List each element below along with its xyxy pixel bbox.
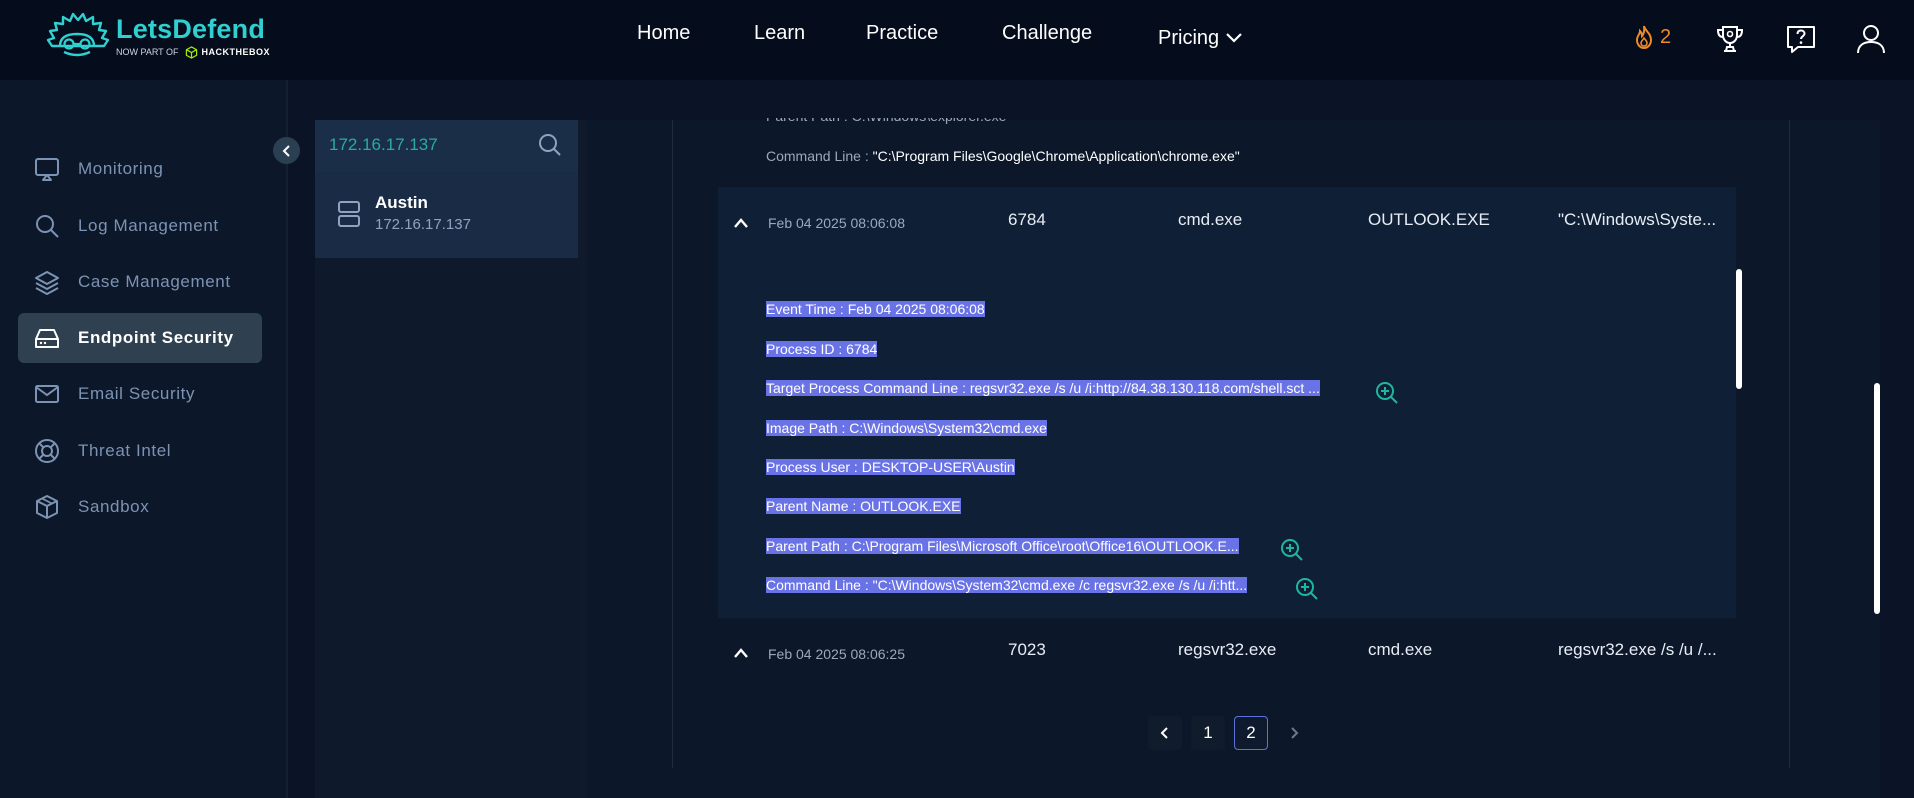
- nav-challenge[interactable]: Challenge: [1002, 22, 1092, 54]
- sidebar-item-monitoring[interactable]: Monitoring: [18, 144, 262, 194]
- prev-parent-path: Parent Path : C:\Windows\explorer.exe: [766, 108, 1007, 124]
- server-icon: [338, 201, 360, 227]
- chevron-left-icon: [1160, 727, 1168, 739]
- sidebar-item-case-management[interactable]: Case Management: [18, 257, 262, 307]
- nav-pricing-label: Pricing: [1158, 26, 1220, 49]
- chevron-up-icon[interactable]: [733, 217, 749, 229]
- host-name: Austin: [375, 193, 428, 212]
- process-time: Feb 04 2025 08:06:08: [768, 215, 906, 231]
- sidebar-collapse-button[interactable]: [273, 137, 300, 164]
- host-search-input[interactable]: 172.16.17.137: [329, 135, 438, 155]
- drive-icon: [34, 325, 60, 351]
- detail-target-cmdline: Target Process Command Line : regsvr32.e…: [766, 380, 1320, 396]
- host-list-item[interactable]: Austin 172.16.17.137: [315, 172, 578, 258]
- nav-pricing[interactable]: Pricing: [1158, 22, 1243, 54]
- detail-process-user: Process User : DESKTOP-USER\Austin: [766, 459, 1015, 475]
- host-search-bar[interactable]: 172.16.17.137: [315, 120, 578, 172]
- detail-command-line: Command Line : "C:\Windows\System32\cmd.…: [766, 577, 1248, 593]
- lifebuoy-icon: [34, 438, 60, 464]
- process-cmdline: regsvr32.exe /s /u /...: [1558, 640, 1717, 659]
- sidebar-item-label: Email Security: [78, 384, 196, 403]
- detail-parent-path: Parent Path : C:\Program Files\Microsoft…: [766, 538, 1239, 554]
- help-icon[interactable]: [1784, 22, 1818, 56]
- zoom-in-icon[interactable]: [1295, 577, 1319, 601]
- process-parent: cmd.exe: [1368, 640, 1433, 659]
- sidebar-item-email-security[interactable]: Email Security: [18, 369, 262, 419]
- brand-sub-prefix: NOW PART OF: [116, 47, 179, 57]
- sidebar-item-threat-intel[interactable]: Threat Intel: [18, 426, 262, 476]
- process-image: cmd.exe: [1178, 210, 1243, 229]
- cube-icon: [34, 494, 60, 520]
- streak-count: 2: [1660, 25, 1672, 48]
- hackthebox-cube-icon: [185, 45, 197, 59]
- pagination-prev-button[interactable]: [1148, 716, 1182, 750]
- streak-counter[interactable]: 2: [1632, 24, 1671, 50]
- nav-home[interactable]: Home: [637, 22, 690, 54]
- process-id: 6784: [1008, 210, 1046, 229]
- process-image: regsvr32.exe: [1178, 640, 1277, 659]
- mail-icon: [34, 381, 60, 407]
- sidebar-item-label: Monitoring: [78, 159, 164, 178]
- search-icon: [34, 213, 60, 239]
- sidebar-item-label: Case Management: [78, 272, 231, 291]
- chevron-left-icon: [282, 144, 290, 157]
- sidebar-item-label: Sandbox: [78, 497, 150, 516]
- letsdefend-logo[interactable]: LetsDefend NOW PART OF HACKTHEBOX: [44, 12, 270, 60]
- pagination-page[interactable]: 1: [1191, 716, 1225, 750]
- prev-command-line: Command Line : "C:\Program Files\Google\…: [766, 148, 1240, 164]
- sidebar-item-label: Threat Intel: [78, 441, 172, 460]
- sidebar-item-label: Log Management: [78, 216, 219, 235]
- panel-gutter: [578, 120, 586, 798]
- panel-scrollbar[interactable]: [1874, 383, 1880, 614]
- nav-learn[interactable]: Learn: [754, 22, 805, 54]
- sidebar-item-label: Endpoint Security: [78, 328, 234, 347]
- chevron-right-icon: [1291, 727, 1299, 739]
- pagination-page-current[interactable]: 2: [1234, 716, 1268, 750]
- chevron-up-icon[interactable]: [733, 647, 749, 659]
- zoom-in-icon[interactable]: [1375, 381, 1399, 405]
- zoom-in-icon[interactable]: [1280, 538, 1304, 562]
- detail-event-time: Event Time : Feb 04 2025 08:06:08: [766, 301, 985, 317]
- sidebar-item-log-management[interactable]: Log Management: [18, 201, 262, 251]
- detail-process-id: Process ID : 6784: [766, 341, 878, 357]
- detail-image-path: Image Path : C:\Windows\System32\cmd.exe: [766, 420, 1047, 436]
- brand-sub-brand: HACKTHEBOX: [201, 47, 271, 57]
- sidebar-divider: [286, 80, 288, 798]
- detail-parent-name: Parent Name : OUTLOOK.EXE: [766, 498, 961, 514]
- brand-name: LetsDefend: [116, 13, 266, 44]
- pagination-next-button[interactable]: [1277, 716, 1311, 750]
- nav-practice[interactable]: Practice: [866, 22, 938, 54]
- top-navbar: LetsDefend NOW PART OF HACKTHEBOX Home L…: [0, 0, 1914, 80]
- search-icon[interactable]: [537, 132, 563, 158]
- host-ip: 172.16.17.137: [375, 216, 471, 233]
- sidebar-item-sandbox[interactable]: Sandbox: [18, 482, 262, 532]
- process-row[interactable]: [718, 618, 1736, 706]
- process-id: 7023: [1008, 640, 1046, 659]
- monitor-icon: [34, 156, 60, 182]
- flame-icon: [1635, 25, 1653, 50]
- hedgehog-logo-icon: [46, 12, 110, 57]
- chevron-down-icon: [1226, 33, 1242, 43]
- process-parent: OUTLOOK.EXE: [1368, 210, 1490, 229]
- table-scrollbar[interactable]: [1736, 269, 1742, 389]
- trophy-icon[interactable]: [1713, 22, 1747, 56]
- sidebar-item-endpoint-security[interactable]: Endpoint Security: [18, 313, 262, 363]
- layers-icon: [34, 269, 60, 295]
- user-profile-icon[interactable]: [1854, 22, 1888, 56]
- process-cmdline: "C:\Windows\Syste...: [1558, 210, 1717, 229]
- process-time: Feb 04 2025 08:06:25: [768, 646, 906, 662]
